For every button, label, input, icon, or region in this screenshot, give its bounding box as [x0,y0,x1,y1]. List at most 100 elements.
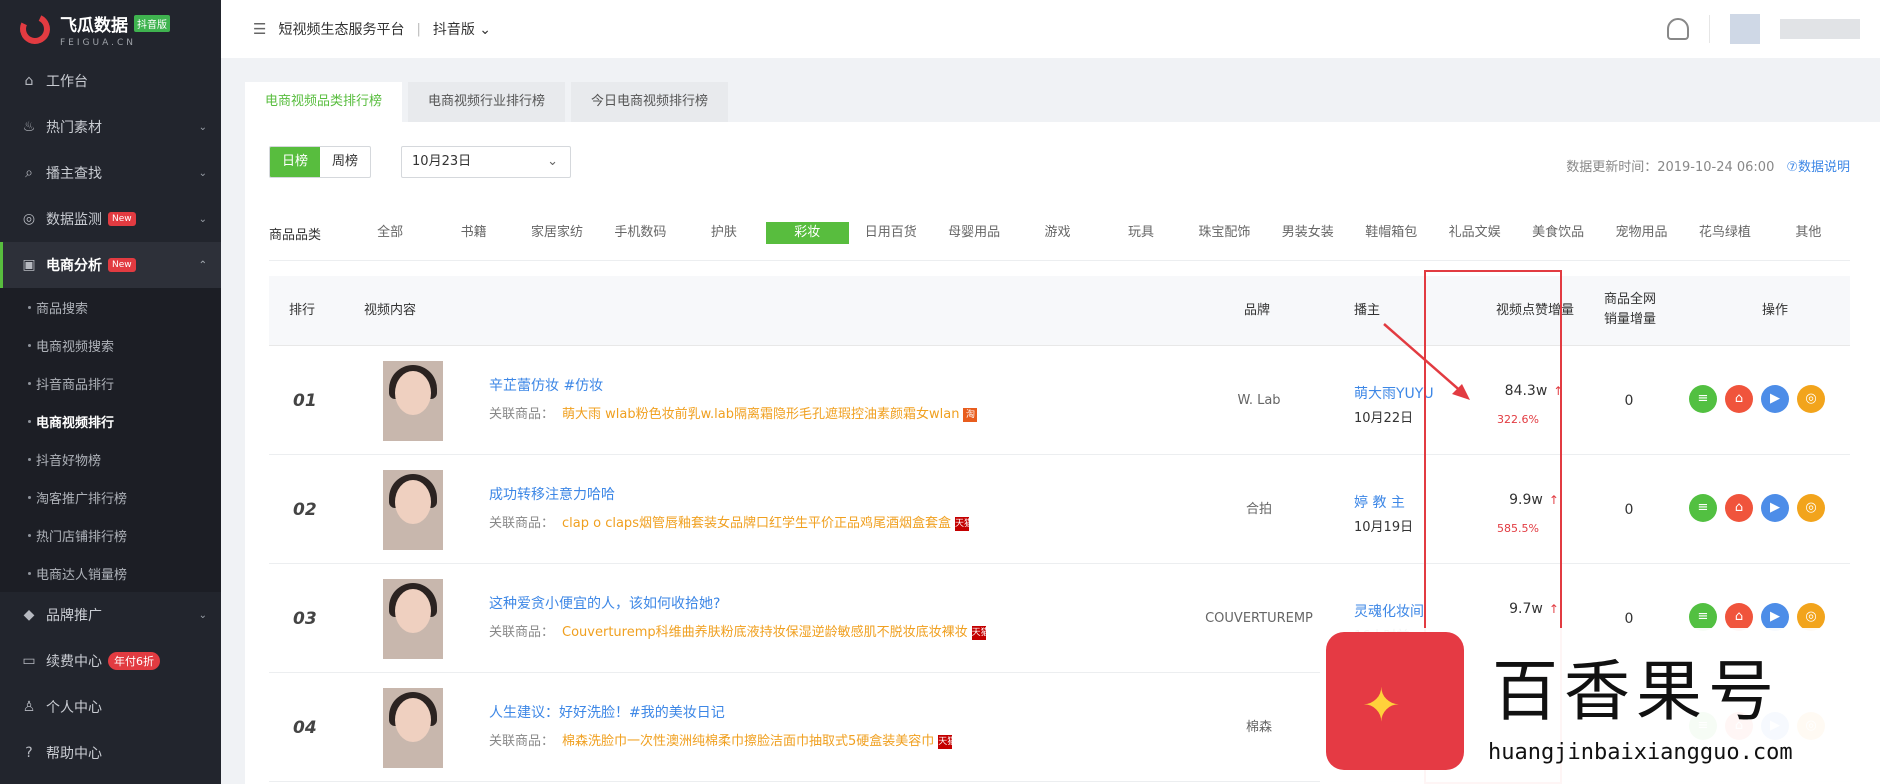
sidebar-item-help[interactable]: ? 帮助中心 [0,730,221,776]
category-12[interactable]: 鞋帽箱包 [1350,222,1433,244]
category-13[interactable]: 礼品文娱 [1433,222,1516,244]
video-thumbnail[interactable] [383,579,443,659]
version-switch[interactable]: 抖音版 ⌄ [433,19,491,39]
rank-number: 04 [293,718,317,738]
category-4[interactable]: 护肤 [682,222,765,244]
tab-industry-ranking[interactable]: 电商视频行业排行榜 [408,82,566,122]
detail-list-icon[interactable]: ≡ [1689,385,1717,413]
product-label: 关联商品： [489,516,555,531]
anchor-name[interactable]: 婷 教 主 [1354,492,1405,512]
chevron-down-icon: ⌄ [547,154,559,169]
submenu-item[interactable]: 电商视频搜索 [0,326,221,364]
bag-icon: ▣ [22,257,36,273]
username-blurred[interactable] [1780,19,1860,39]
category-9[interactable]: 玩具 [1099,222,1182,244]
video-title[interactable]: 人生建议：好好洗脸！#我的美妆日记 [489,702,725,722]
sidebar-item-hot[interactable]: ♨ 热门素材 ⌄ [0,104,221,150]
topbar: ☰ 短视频生态服务平台 | 抖音版 ⌄ [221,0,1880,58]
row-actions: ≡ ⌂ ▶ ◎ [1689,385,1825,413]
category-5[interactable]: 彩妆 [765,222,849,244]
video-thumbnail[interactable] [383,688,443,768]
submenu-item-active[interactable]: 电商视频排行 [0,402,221,440]
divider [1709,15,1710,43]
detail-list-icon[interactable]: ≡ [1689,494,1717,522]
shopping-bag-icon[interactable]: ⌂ [1725,603,1753,631]
category-0[interactable]: 全部 [348,222,431,244]
category-15[interactable]: 宠物用品 [1600,222,1683,244]
sidebar-item-label: 品牌推广 [46,608,102,624]
category-3[interactable]: 手机数码 [599,222,682,244]
target-icon[interactable]: ◎ [1797,494,1825,522]
col-anchor: 播主 [1354,303,1381,318]
day-button[interactable]: 日榜 [270,147,321,177]
video-thumbnail[interactable] [383,470,443,550]
category-2[interactable]: 家居家纺 [515,222,598,244]
category-14[interactable]: 美食饮品 [1516,222,1599,244]
category-6[interactable]: 日用百货 [849,222,932,244]
product-link[interactable]: 棉森洗脸巾一次性澳洲纯棉柔巾擦脸洁面巾抽取式5硬盒装美容巾 [562,734,934,749]
thumb-face [395,698,431,742]
play-icon[interactable]: ▶ [1761,494,1789,522]
category-11[interactable]: 男装女装 [1266,222,1349,244]
thumb-face [395,371,431,415]
sidebar-item-monitor[interactable]: ◎ 数据监测 New ⌄ [0,196,221,242]
category-17[interactable]: 其他 [1767,222,1850,244]
video-thumbnail[interactable] [383,361,443,441]
category-8[interactable]: 游戏 [1016,222,1099,244]
category-16[interactable]: 花鸟绿植 [1683,222,1766,244]
card-icon: ▭ [22,653,36,669]
table-row: 01 辛芷蕾仿妆 #仿妆 关联商品： 萌大雨 wlab粉色妆前乳w.lab隔离霜隐形毛… [269,347,1850,455]
sidebar-item-renew[interactable]: ▭ 续费中心 年付6折 [0,638,221,684]
shopping-bag-icon[interactable]: ⌂ [1725,385,1753,413]
data-help-link[interactable]: ⑦数据说明 [1786,160,1850,175]
submenu-item[interactable]: 抖音好物榜 [0,440,221,478]
sidebar-item-profile[interactable]: ♙ 个人中心 [0,684,221,730]
submenu-item[interactable]: 热门店铺排行榜 [0,516,221,554]
divider: | [416,21,421,37]
avatar[interactable] [1730,14,1760,44]
sidebar-item-brand[interactable]: ◆ 品牌推广 ⌄ [0,592,221,638]
shopping-bag-icon[interactable]: ⌂ [1725,494,1753,522]
product-link[interactable]: clap o claps烟管唇釉套装女品牌口红学生平价正品鸡尾酒烟盒套盒 [562,516,951,531]
brand-name: W. Lab [1237,393,1281,408]
sidebar-item-label: 播主查找 [46,166,102,182]
category-10[interactable]: 珠宝配饰 [1183,222,1266,244]
submenu-item[interactable]: 商品搜索 [0,288,221,326]
submenu-item[interactable]: 抖音商品排行 [0,364,221,402]
detail-list-icon[interactable]: ≡ [1689,603,1717,631]
new-badge: New [108,258,136,272]
headset-icon[interactable] [1667,18,1689,40]
anchor-name[interactable]: 灵魂化妆间 [1354,601,1424,621]
sidebar-item-label: 热门素材 [46,120,102,136]
logo-mark-icon [15,9,55,49]
menu-toggle-icon[interactable]: ☰ [253,20,266,38]
play-icon[interactable]: ▶ [1761,603,1789,631]
category-7[interactable]: 母婴用品 [932,222,1015,244]
shop-icon: 淘 [963,407,978,422]
sidebar-item-search[interactable]: ⌕ 播主查找 ⌄ [0,150,221,196]
date-value: 10月23日 [412,154,472,169]
video-title[interactable]: 这种爱贪小便宜的人，该如何收拾她? [489,593,720,613]
target-icon[interactable]: ◎ [1797,385,1825,413]
video-title[interactable]: 成功转移注意力哈哈 [489,484,615,504]
sidebar-item-ecommerce[interactable]: ▣ 电商分析 New ⌃ [0,242,221,288]
submenu-item[interactable]: 电商达人销量榜 [0,554,221,592]
product-link[interactable]: 萌大雨 wlab粉色妆前乳w.lab隔离霜隐形毛孔遮瑕控油素颜霜女wlan [562,407,959,422]
play-icon[interactable]: ▶ [1761,385,1789,413]
date-select[interactable]: 10月23日 ⌄ [401,146,572,178]
table-header: 排行 视频内容 品牌 播主 视频点赞增量 商品全网销量增量 操作 [269,276,1850,346]
tab-today-ranking[interactable]: 今日电商视频排行榜 [571,82,729,122]
target-icon[interactable]: ◎ [1797,603,1825,631]
row-actions: ≡ ⌂ ▶ ◎ [1689,494,1825,522]
shop-icon: 天猫 [954,516,973,531]
col-ops: 操作 [1762,303,1789,318]
sidebar-item-workbench[interactable]: ⌂ 工作台 [0,58,221,104]
week-button[interactable]: 周榜 [320,147,370,177]
category-1[interactable]: 书籍 [432,222,515,244]
tab-category-ranking[interactable]: 电商视频品类排行榜 [245,82,403,122]
submenu-item[interactable]: 淘客推广排行榜 [0,478,221,516]
submenu: 商品搜索 电商视频搜索 抖音商品排行 电商视频排行 抖音好物榜 淘客推广排行榜 … [0,288,221,592]
logo[interactable]: 飞瓜数据 抖音版 FEIGUA.CN [0,0,221,58]
video-title[interactable]: 辛芷蕾仿妆 #仿妆 [489,375,603,395]
product-link[interactable]: Couverturemp科维曲养肤粉底液持妆保湿逆龄敏感肌不脱妆底妆裸妆 [562,625,968,640]
